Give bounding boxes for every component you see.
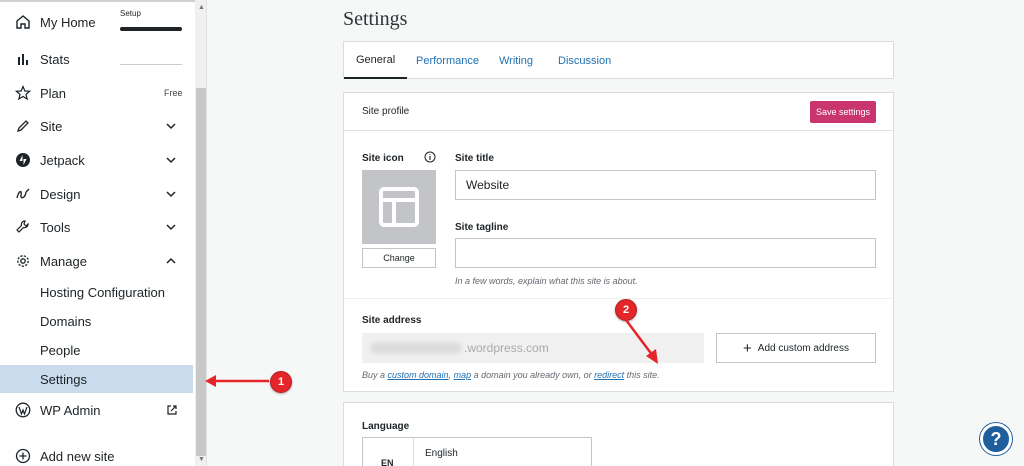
site-tagline-label: Site tagline (455, 222, 509, 233)
annotation-arrow-1 (205, 375, 269, 387)
section-divider (344, 298, 893, 299)
sidebar-subitem-people[interactable]: People (0, 336, 193, 364)
sidebar-subitem-label: Hosting Configuration (40, 284, 166, 300)
tagline-hint: In a few words, explain what this site i… (455, 276, 638, 286)
sidebar-item-manage[interactable]: Manage (0, 247, 195, 275)
custom-domain-link[interactable]: custom domain (388, 370, 449, 380)
sidebar-item-label: Tools (40, 219, 71, 235)
scrollbar-thumb[interactable] (196, 88, 206, 456)
sidebar-item-plan[interactable]: Plan Free (0, 79, 195, 107)
page-title: Settings (343, 8, 408, 30)
sidebar-item-label: Site (40, 118, 63, 134)
language-name: English (425, 448, 458, 459)
annotation-arrow-2 (625, 319, 658, 364)
stats-icon (14, 50, 32, 68)
change-icon-button[interactable]: Change (362, 248, 436, 268)
external-link-icon (167, 405, 177, 415)
blurred-subdomain (370, 342, 462, 354)
site-profile-heading: Site profile (362, 106, 410, 117)
hint-text: a domain you already own, or (471, 370, 595, 380)
chevron-down-icon (166, 157, 176, 164)
language-divider (413, 438, 414, 466)
sidebar-item-my-home[interactable]: My Home (0, 8, 195, 36)
pencil-icon (14, 117, 32, 135)
chevron-down-icon (166, 224, 176, 231)
sidebar-subitem-settings[interactable]: Settings (0, 365, 193, 393)
language-label: Language (362, 421, 410, 432)
help-button[interactable]: ? (980, 423, 1012, 455)
site-tagline-input[interactable] (455, 238, 876, 268)
sidebar-scrollbar[interactable]: ▲ ▼ (195, 0, 207, 466)
sidebar-item-label: Add new site (40, 448, 115, 464)
tab-writing[interactable]: Writing (499, 42, 533, 79)
sidebar-item-label: My Home (40, 14, 96, 30)
sidebar-subitem-hosting-configuration[interactable]: Hosting Configuration (0, 278, 193, 306)
wrench-icon (14, 218, 32, 236)
star-icon (14, 84, 32, 102)
site-address-label: Site address (362, 315, 422, 326)
chevron-down-icon (166, 191, 176, 198)
sidebar-item-label: Plan (40, 85, 67, 101)
sidebar-subitem-label: Settings (40, 371, 87, 387)
language-selector[interactable]: EN English (362, 437, 592, 466)
redirect-link[interactable]: redirect (594, 370, 624, 380)
sidebar-subitem-label: People (40, 342, 81, 358)
design-icon (14, 185, 32, 203)
site-profile-panel: Site profile Save settings Site icon Cha… (343, 92, 894, 392)
sidebar-subitem-domains[interactable]: Domains (0, 307, 193, 335)
hint-text: Buy a (362, 370, 388, 380)
plan-badge: Free (164, 88, 183, 98)
add-circle-icon (14, 447, 32, 465)
address-hint: Buy a custom domain, map a domain you al… (362, 370, 660, 380)
info-icon[interactable] (424, 151, 436, 163)
sidebar-item-site[interactable]: Site (0, 112, 195, 140)
wordpress-icon (14, 401, 32, 419)
jetpack-icon (14, 151, 32, 169)
setup-progress-bar (120, 27, 182, 31)
settings-tabs: General Performance Writing Discussion (343, 41, 894, 79)
stats-sparkline (120, 64, 182, 65)
scroll-down-arrow-icon[interactable]: ▼ (198, 456, 205, 463)
sidebar-item-jetpack[interactable]: Jetpack (0, 146, 195, 174)
sidebar-item-label: Design (40, 186, 81, 202)
site-icon-label: Site icon (362, 153, 404, 164)
address-suffix: .wordpress.com (464, 341, 549, 355)
layout-icon (379, 187, 419, 227)
setup-label: Setup (120, 9, 141, 18)
tab-performance[interactable]: Performance (416, 42, 479, 79)
sidebar-item-add-new-site[interactable]: Add new site (0, 442, 195, 466)
save-settings-button[interactable]: Save settings (810, 101, 876, 123)
chevron-up-icon (166, 257, 176, 264)
site-title-input[interactable]: Website (455, 170, 876, 200)
sidebar-item-wp-admin[interactable]: WP Admin (0, 396, 195, 424)
gear-icon (14, 252, 32, 270)
site-title-label: Site title (455, 153, 494, 164)
site-profile-header: Site profile Save settings (344, 93, 893, 131)
language-panel: Language EN English (343, 402, 894, 466)
sidebar: My Home Setup Stats Plan Free Site Jetpa… (0, 0, 195, 466)
sidebar-item-design[interactable]: Design (0, 180, 195, 208)
sidebar-item-label: Stats (40, 51, 70, 67)
site-icon-placeholder[interactable] (362, 170, 436, 244)
sidebar-subitem-label: Domains (40, 313, 92, 329)
language-code: EN (381, 458, 394, 466)
sidebar-item-label: Manage (40, 253, 87, 269)
home-icon (14, 13, 32, 31)
hint-text: this site. (624, 370, 660, 380)
sidebar-item-label: Jetpack (40, 152, 85, 168)
annotation-badge-1: 1 (270, 371, 292, 393)
tab-general[interactable]: General (344, 42, 408, 79)
sidebar-top-border (0, 0, 195, 2)
tab-discussion[interactable]: Discussion (558, 42, 611, 79)
sidebar-item-stats[interactable]: Stats (0, 45, 195, 73)
map-link[interactable]: map (454, 370, 472, 380)
add-custom-address-label: Add custom address (757, 342, 849, 354)
add-custom-address-button[interactable]: + Add custom address (716, 333, 876, 363)
chevron-down-icon (166, 123, 176, 130)
scroll-up-arrow-icon[interactable]: ▲ (198, 4, 205, 11)
sidebar-item-label: WP Admin (40, 402, 101, 418)
sidebar-item-tools[interactable]: Tools (0, 213, 195, 241)
question-icon: ? (990, 428, 1002, 449)
plus-icon: + (743, 339, 752, 357)
